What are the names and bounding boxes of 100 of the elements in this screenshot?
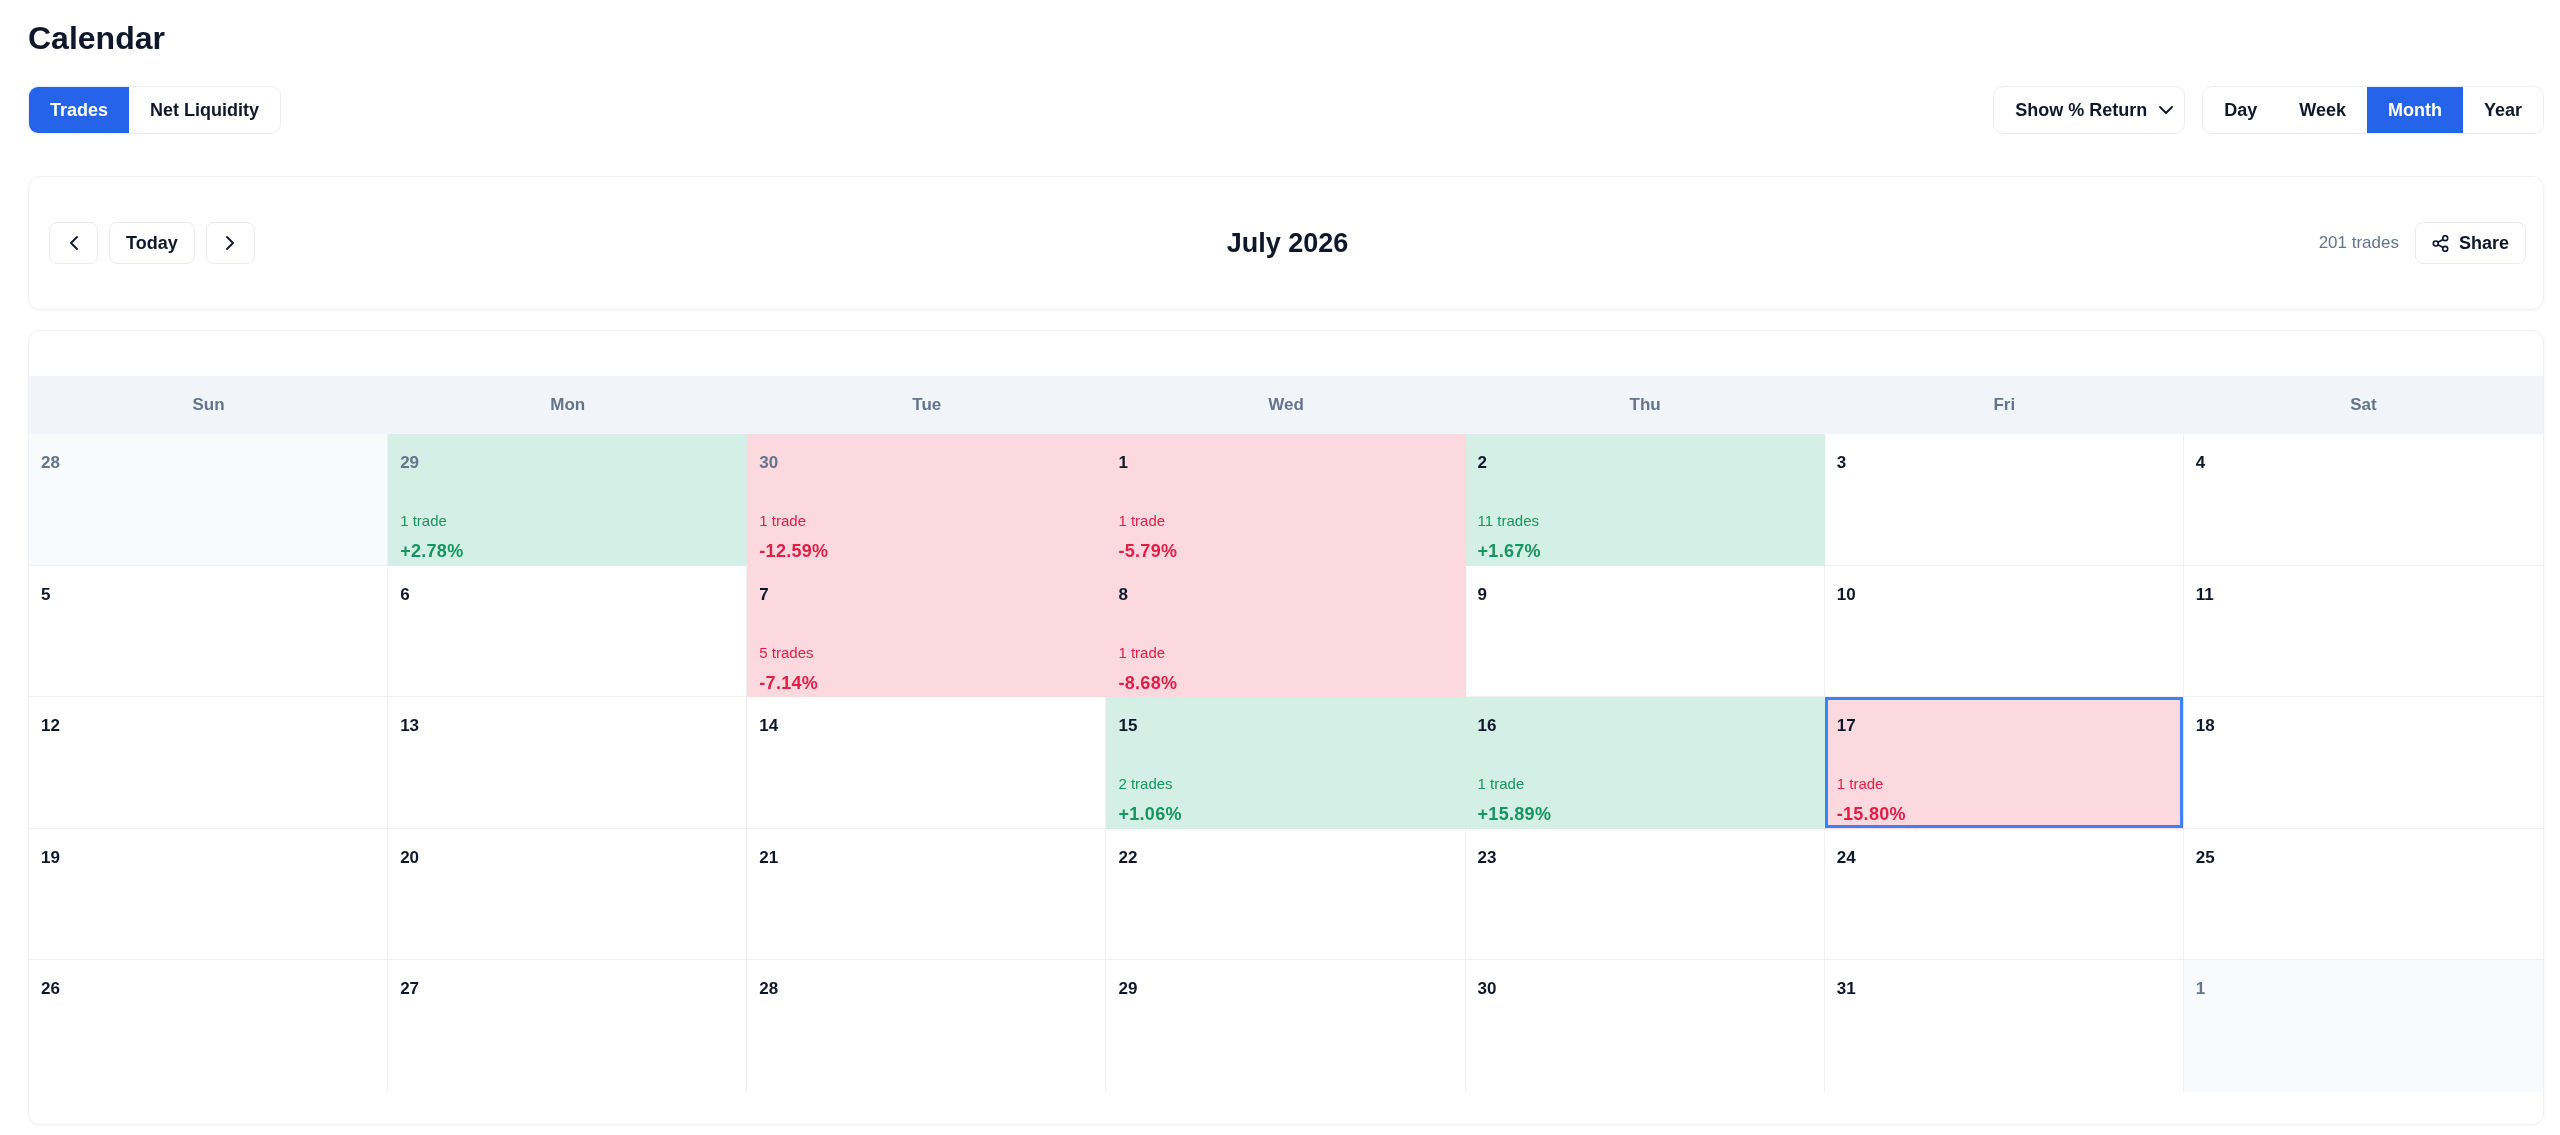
weekday-label: Mon: [549, 394, 587, 416]
weekday-label: Tue: [911, 394, 943, 416]
day-cell[interactable]: 17 1 trade -15.80%: [1824, 697, 2184, 829]
previous-month-button[interactable]: [49, 222, 98, 264]
day-cell[interactable]: 7 5 trades -7.14%: [747, 565, 1107, 697]
date-number: 25: [2195, 847, 2215, 868]
day-cell[interactable]: 10: [1824, 565, 2184, 697]
day-cell[interactable]: 8 1 trade -8.68%: [1106, 565, 1466, 697]
day-cell[interactable]: 5: [29, 565, 389, 697]
date-number: 29: [400, 453, 420, 473]
date-number: 23: [1477, 847, 1497, 868]
date-number: 13: [400, 716, 420, 736]
day-cell[interactable]: 1: [2183, 960, 2543, 1092]
trade-count: 11 trades: [1477, 511, 1539, 531]
month-title: July 2026: [1226, 227, 1349, 259]
date-number: 28: [759, 979, 779, 999]
return-percent: -12.59%: [759, 540, 829, 563]
today-button[interactable]: Today: [109, 222, 195, 264]
date-number: 30: [1477, 979, 1497, 999]
date-number: 22: [1118, 847, 1138, 868]
day-cell[interactable]: 1 1 trade -5.79%: [1106, 434, 1466, 566]
date-number: 6: [400, 584, 410, 605]
day-cell[interactable]: 18: [2183, 697, 2543, 829]
next-month-button[interactable]: [205, 222, 255, 264]
view-button[interactable]: Month: [2366, 87, 2463, 133]
day-cell[interactable]: 2 11 trades +1.67%: [1465, 434, 1825, 566]
date-number: 27: [400, 979, 420, 999]
weekday-label: Sat: [2349, 394, 2378, 416]
day-cell[interactable]: 28: [29, 434, 389, 566]
date-number: 10: [1836, 584, 1856, 605]
day-cell[interactable]: 6: [388, 565, 748, 697]
trade-count: 5 trades: [759, 642, 814, 663]
day-cell[interactable]: 24: [1824, 828, 2184, 960]
date-number: 5: [41, 584, 51, 605]
day-cell[interactable]: 20: [388, 828, 748, 960]
date-number: 31: [1836, 979, 1856, 999]
date-number: 18: [2195, 716, 2215, 736]
return-percent: +1.06%: [1118, 803, 1182, 826]
date-number: 2: [1477, 453, 1488, 473]
return-mode-dropdown[interactable]: Show % Return: [1993, 86, 2186, 134]
trade-count: 2 trades: [1118, 774, 1173, 794]
trade-count: 1 trade: [1836, 774, 1884, 794]
trade-count: 1 trade: [400, 511, 447, 531]
trade-count: 1 trade: [1118, 642, 1166, 663]
chevron-left-icon: [69, 236, 78, 250]
date-number: 4: [2195, 453, 2206, 473]
date-number: 26: [41, 979, 60, 999]
day-cell[interactable]: 16 1 trade +15.89%: [1465, 697, 1825, 829]
weekday-label: Thu: [1628, 394, 1662, 416]
day-cell[interactable]: 21: [747, 828, 1107, 960]
day-cell[interactable]: 13: [388, 697, 748, 829]
chevron-down-icon: [2159, 106, 2174, 114]
tab[interactable]: Trades: [29, 87, 130, 133]
chevron-right-icon: [226, 236, 235, 250]
share-button[interactable]: Share: [2414, 222, 2526, 264]
date-number: 16: [1477, 716, 1497, 736]
share-icon: [2431, 234, 2449, 252]
date-number: 21: [759, 847, 779, 868]
day-cell[interactable]: 15 2 trades +1.06%: [1106, 697, 1466, 829]
return-percent: -15.80%: [1836, 803, 1906, 826]
date-number: 20: [400, 847, 420, 868]
return-percent: -7.14%: [759, 671, 819, 695]
day-cell[interactable]: 14: [747, 697, 1107, 829]
day-cell[interactable]: 30 1 trade -12.59%: [747, 434, 1107, 566]
date-number: 3: [1836, 453, 1847, 473]
trade-count: 1 trade: [1118, 511, 1166, 531]
return-percent: +2.78%: [400, 540, 464, 563]
date-number: 19: [41, 847, 60, 868]
date-number: 1: [2195, 979, 2206, 999]
return-percent: +15.89%: [1477, 803, 1552, 826]
date-number: 30: [759, 453, 779, 473]
date-number: 1: [1118, 453, 1128, 473]
date-number: 11: [2195, 584, 2214, 605]
date-number: 14: [759, 716, 779, 736]
return-percent: -8.68%: [1118, 671, 1178, 695]
return-percent: +1.67%: [1477, 540, 1541, 563]
day-cell[interactable]: 12: [29, 697, 389, 829]
date-number: 28: [41, 453, 60, 473]
date-number: 29: [1118, 979, 1138, 999]
day-cell[interactable]: 19: [29, 828, 389, 960]
day-cell[interactable]: 26: [29, 960, 389, 1092]
return-percent: -5.79%: [1118, 540, 1178, 563]
day-cell[interactable]: 9: [1465, 565, 1825, 697]
page-title: Calendar: [28, 19, 166, 58]
date-number: 24: [1836, 847, 1856, 868]
day-cell[interactable]: 22: [1106, 828, 1466, 960]
day-cell[interactable]: 25: [2183, 828, 2543, 960]
date-number: 8: [1118, 584, 1128, 605]
day-cell[interactable]: 3: [1824, 434, 2184, 566]
day-cell[interactable]: 11: [2183, 565, 2543, 697]
day-cell[interactable]: 23: [1465, 828, 1825, 960]
trade-count: 1 trade: [759, 511, 806, 531]
trade-count: 1 trade: [1477, 774, 1525, 794]
day-cell[interactable]: 29 1 trade +2.78%: [388, 434, 748, 566]
trade-total: 201 trades: [2318, 233, 2399, 253]
date-number: 17: [1836, 716, 1856, 736]
date-number: 15: [1118, 716, 1138, 736]
weekday-label: Wed: [1267, 394, 1305, 416]
day-cell[interactable]: 4: [2183, 434, 2543, 566]
date-number: 9: [1477, 584, 1488, 605]
